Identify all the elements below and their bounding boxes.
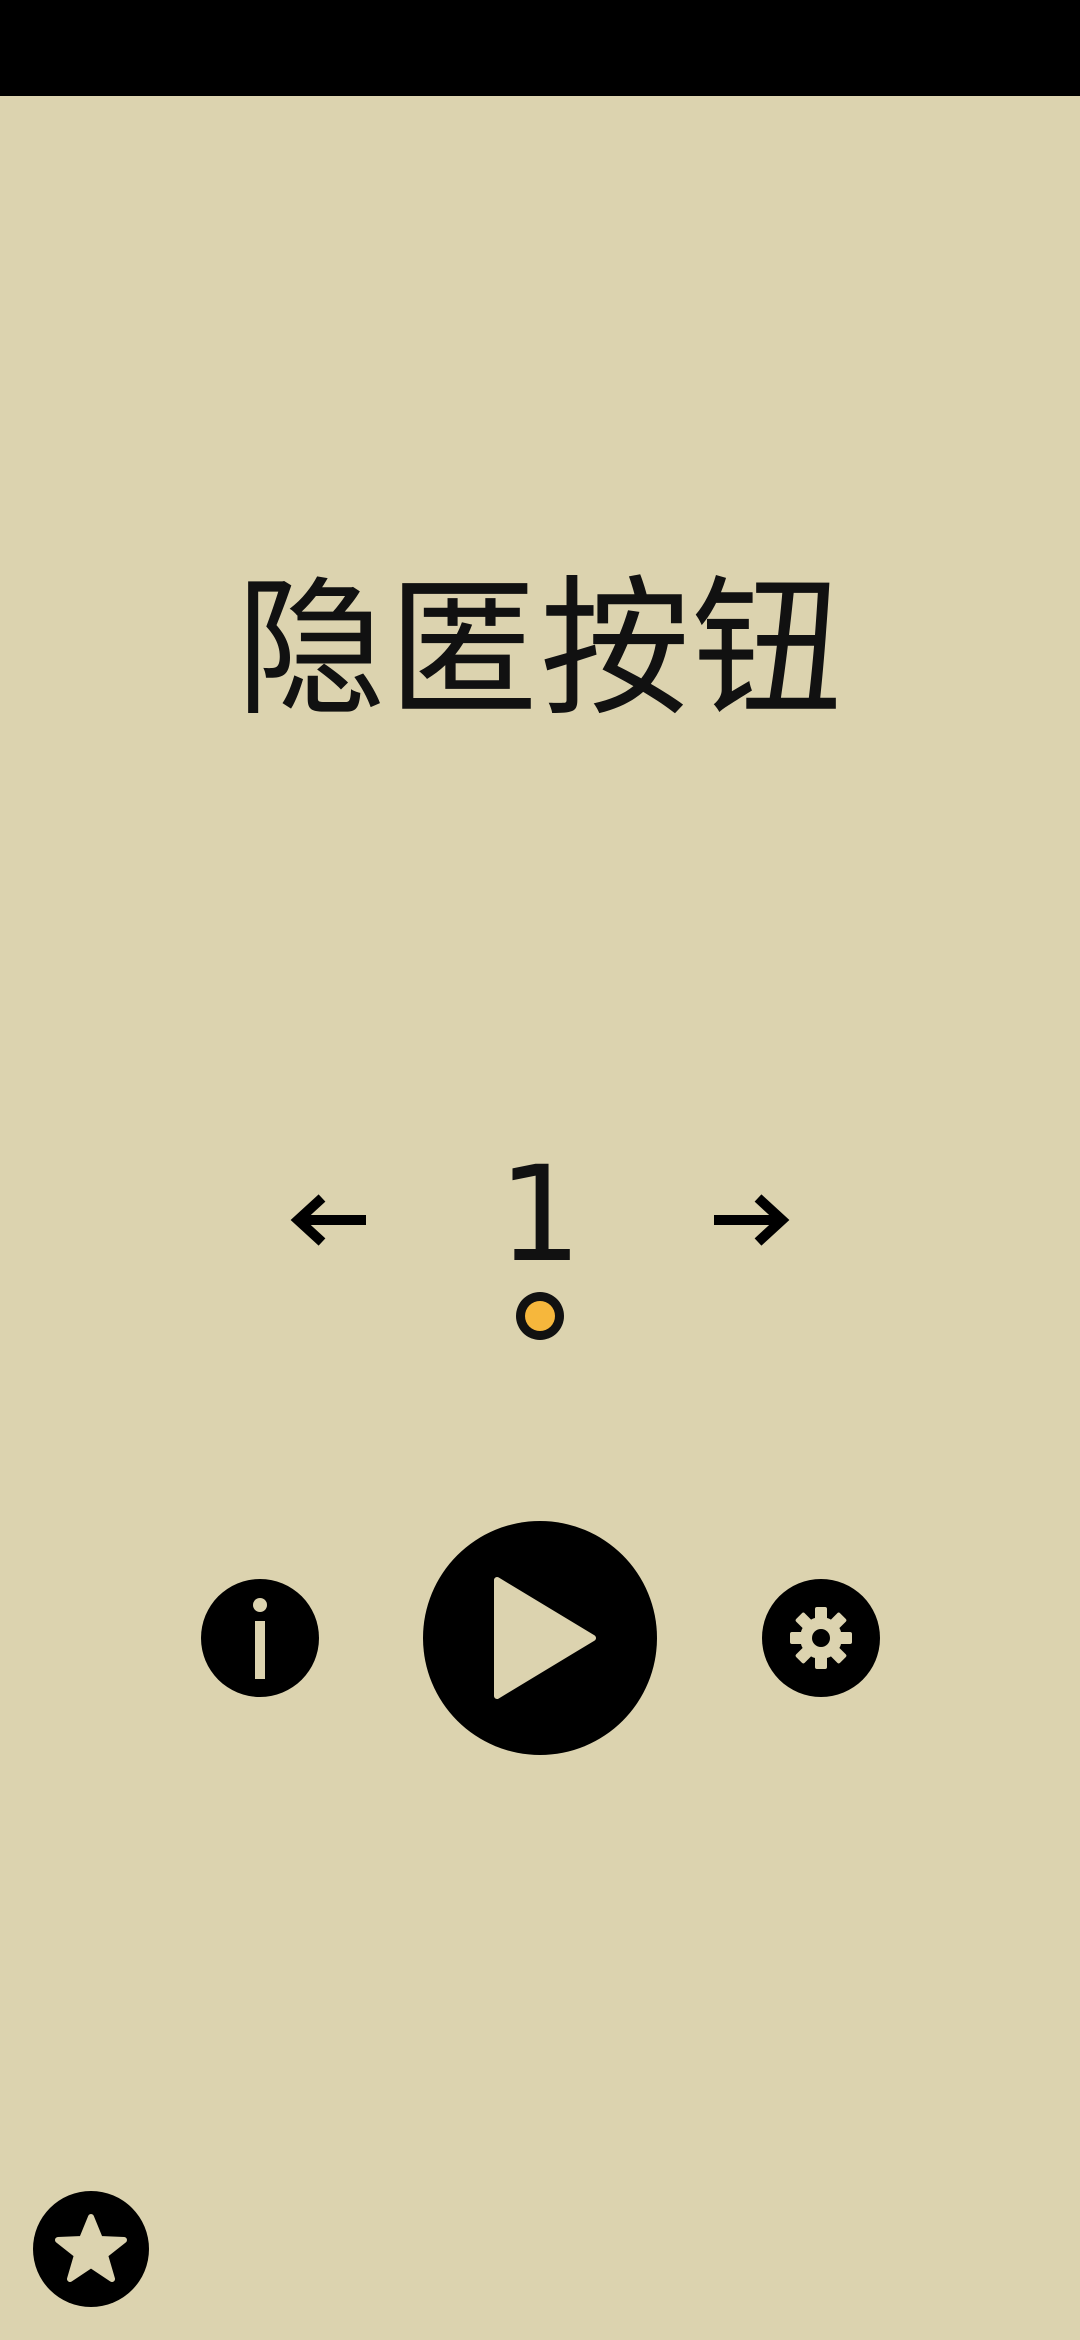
arrow-right-icon — [714, 1194, 790, 1246]
game-title: 隐匿按钮 — [235, 563, 844, 737]
info-icon — [253, 1598, 267, 1679]
play-icon — [494, 1577, 596, 1699]
previous-level-button[interactable] — [275, 1180, 385, 1260]
next-level-button[interactable] — [695, 1180, 805, 1260]
current-level-number: 1 — [498, 1138, 582, 1292]
info-button[interactable] — [201, 1579, 319, 1697]
play-button[interactable] — [423, 1521, 657, 1755]
star-icon — [55, 2214, 127, 2282]
settings-button[interactable] — [762, 1579, 880, 1697]
arrow-left-icon — [290, 1194, 366, 1246]
gear-icon — [790, 1607, 852, 1669]
status-bar — [0, 0, 1080, 96]
level-progress-dot-fill — [525, 1301, 555, 1331]
level-progress-dot — [516, 1292, 564, 1340]
favorites-button[interactable] — [33, 2191, 149, 2307]
